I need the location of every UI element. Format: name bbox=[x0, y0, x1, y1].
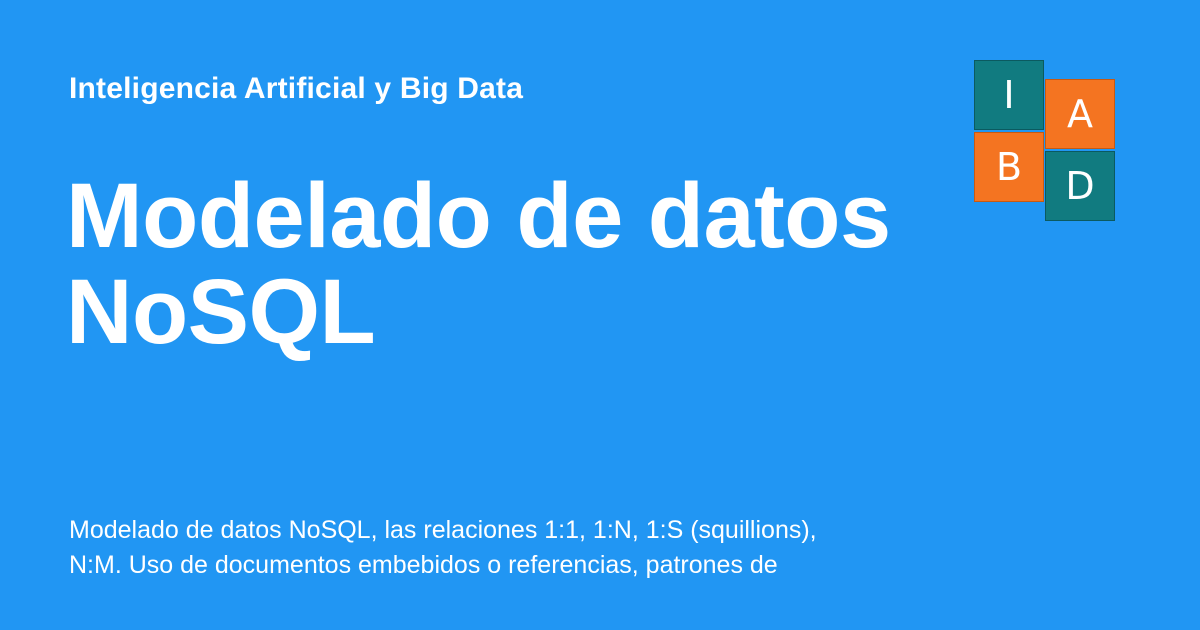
page-title-line: NoSQL bbox=[66, 261, 376, 363]
page-title-line: Modelado de datos bbox=[66, 165, 891, 267]
page-title: Modelado de datos NoSQL bbox=[66, 168, 946, 360]
description-line: N:M. Uso de documentos embebidos o refer… bbox=[69, 551, 778, 579]
site-name: Inteligencia Artificial y Big Data bbox=[69, 72, 524, 105]
description-line: Modelado de datos NoSQL, las relaciones … bbox=[69, 516, 817, 544]
logo-tile-b: B bbox=[974, 132, 1044, 202]
logo-tile-a: A bbox=[1045, 79, 1115, 149]
logo-tile-i: I bbox=[974, 60, 1044, 130]
iabd-logo: I A B D bbox=[972, 60, 1116, 222]
page-description: Modelado de datos NoSQL, las relaciones … bbox=[69, 513, 929, 583]
logo-tile-d: D bbox=[1045, 151, 1115, 221]
